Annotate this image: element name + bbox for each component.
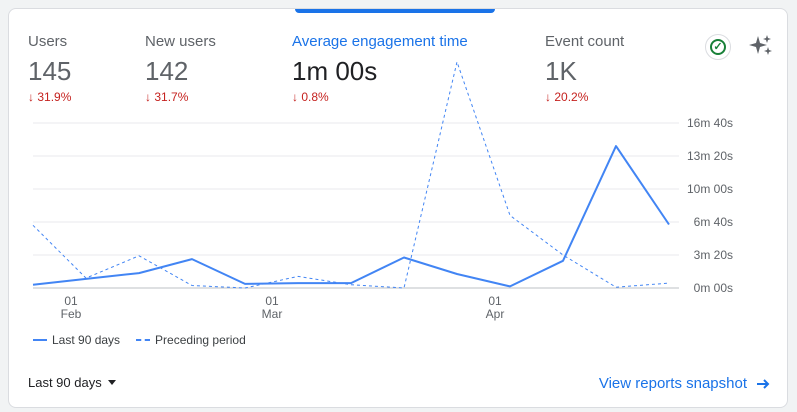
y-tick-label: 13m 20s [687, 149, 733, 163]
y-tick-label: 0m 00s [694, 281, 733, 295]
legend-swatch-solid [33, 339, 47, 341]
line-chart: 0m 00s 3m 20s 6m 40s 10m 00s 13m 20s 16m 40s 0… [32, 60, 733, 321]
series-line-last-90-days [32, 145, 670, 288]
x-tick-day: 01 [488, 294, 502, 308]
date-range-dropdown[interactable]: Last 90 days [28, 375, 116, 390]
y-tick-label: 10m 00s [687, 182, 733, 196]
x-tick-day: 01 [64, 294, 78, 308]
y-tick-label: 6m 40s [694, 215, 733, 229]
series-line-preceding-period [32, 60, 670, 289]
x-tick-month: Apr [486, 307, 505, 321]
view-reports-label: View reports snapshot [598, 375, 747, 392]
date-range-label: Last 90 days [28, 375, 102, 390]
y-tick-label: 16m 40s [687, 116, 733, 130]
chart-legend: Last 90 days Preceding period [33, 333, 246, 347]
x-tick-day: 01 [265, 294, 279, 308]
y-tick-label: 3m 20s [694, 248, 733, 262]
legend-label: Preceding period [155, 333, 246, 347]
arrow-right-icon [757, 378, 770, 389]
view-reports-snapshot-link[interactable]: View reports snapshot [599, 375, 771, 392]
legend-swatch-dashed [136, 339, 151, 341]
overview-card: Users 145 ↓ 31.9% New users 142 ↓ 31.7% … [8, 8, 788, 408]
x-tick-month: Feb [61, 307, 82, 321]
x-tick-month: Mar [262, 307, 283, 321]
legend-label: Last 90 days [52, 333, 121, 347]
caret-down-icon [107, 380, 116, 385]
